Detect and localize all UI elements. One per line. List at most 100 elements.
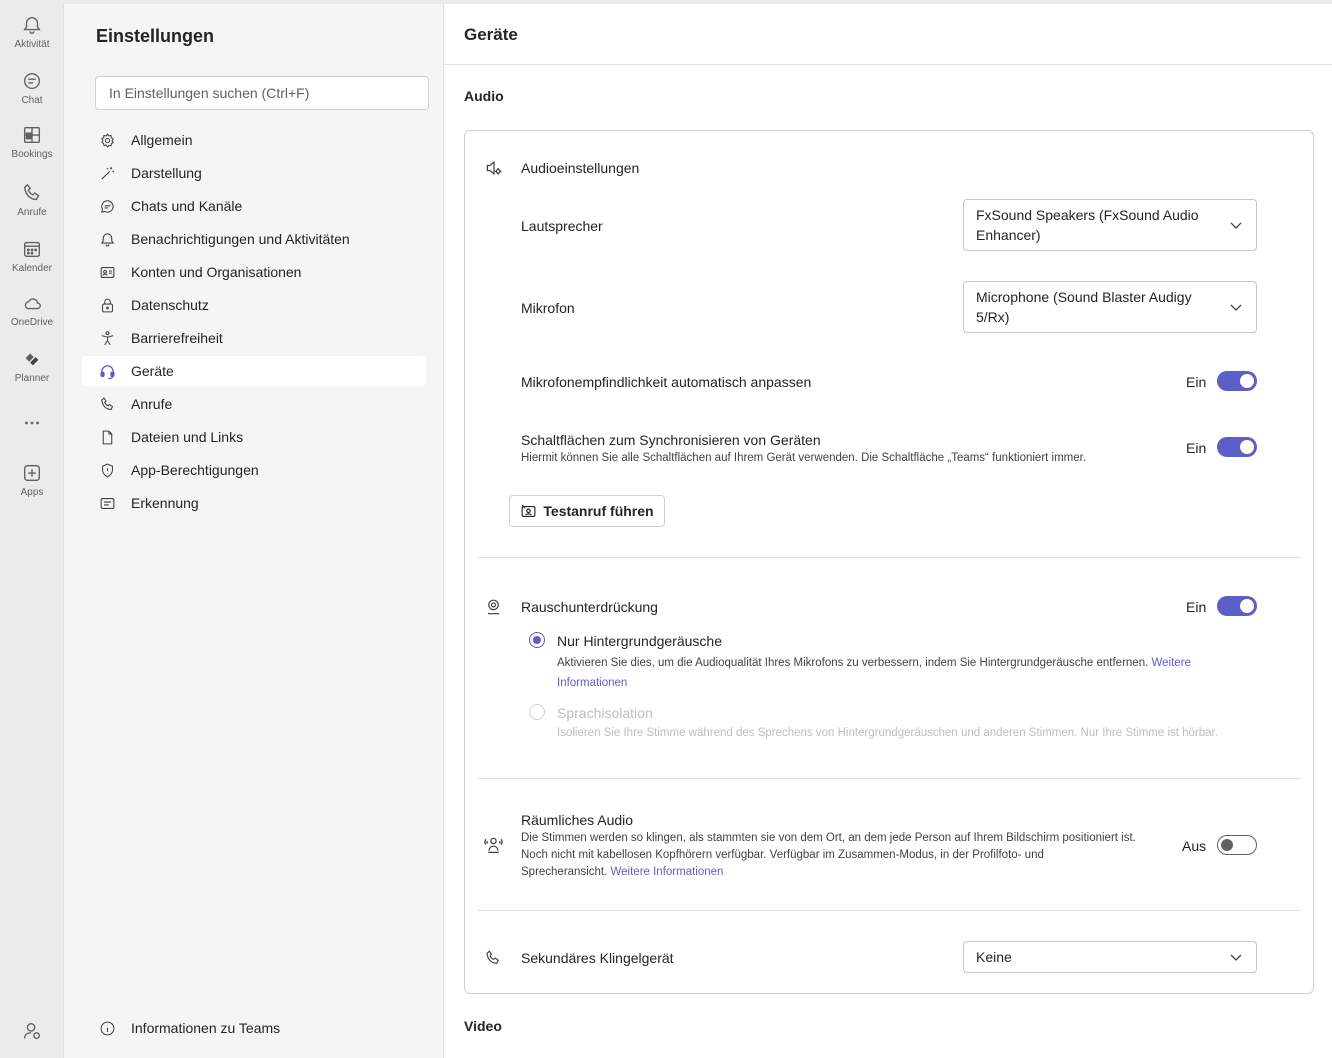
phone-icon — [486, 950, 499, 964]
speaker-settings-icon — [486, 160, 502, 176]
rail-item-onedrive[interactable]: OneDrive — [0, 288, 64, 340]
document-icon — [102, 430, 113, 445]
noise-option-background-label: Nur Hintergrundgeräusche — [557, 633, 722, 649]
nav-item-barrierefreiheit[interactable]: Barrierefreiheit — [82, 323, 426, 353]
rail-label: OneDrive — [10, 317, 54, 328]
planner-icon — [25, 353, 39, 366]
sync-buttons-label: Schaltflächen zum Synchronisieren von Ge… — [521, 432, 821, 448]
rail-item-planner[interactable]: Planner — [0, 344, 64, 396]
more-info-link[interactable]: Informationen — [557, 677, 627, 689]
more-info-link[interactable]: Weitere — [1152, 657, 1191, 669]
rail-label: Aktivität — [14, 39, 50, 50]
more-icon — [25, 421, 39, 425]
spatial-more-info-link[interactable]: Weitere Informationen — [611, 866, 724, 878]
bell-icon — [100, 233, 115, 247]
calendar-icon — [23, 241, 41, 258]
test-call-icon — [521, 504, 536, 517]
secondary-ringer-dropdown[interactable]: Keine — [963, 941, 1257, 973]
nav-item-label: Konten und Organisationen — [131, 264, 302, 280]
spatial-desc-line2: Noch nicht mit kabellosen Kopfhörern ver… — [521, 849, 1044, 861]
nav-item-label: Benachrichtigungen und Aktivitäten — [131, 231, 350, 247]
noise-option-voice-label: Sprachisolation — [557, 705, 653, 721]
main-content: Geräte Audio Audioeinstellungen Lautspre… — [444, 4, 1332, 1058]
rail-item-chat[interactable]: Chat — [0, 66, 64, 118]
search-input[interactable] — [95, 76, 429, 110]
spatial-audio-icon — [484, 837, 503, 854]
spatial-desc-line1: Die Stimmen werden so klingen, als stamm… — [521, 832, 1136, 844]
rail-item-account[interactable] — [0, 1016, 64, 1058]
speaker-label: Lautsprecher — [521, 218, 603, 234]
noise-suppression-icon — [487, 599, 500, 615]
nav-item-label: Dateien und Links — [131, 429, 244, 445]
speaker-dropdown[interactable]: FxSound Speakers (FxSound Audio Enhancer… — [963, 199, 1257, 251]
info-icon — [100, 1021, 115, 1036]
sync-buttons-desc: Hiermit können Sie alle Schaltflächen au… — [521, 452, 1087, 464]
sync-buttons-toggle[interactable] — [1217, 437, 1257, 457]
divider — [477, 910, 1301, 911]
nav-item-chats[interactable]: Chats und Kanäle — [82, 191, 426, 221]
divider — [477, 778, 1301, 779]
spatial-state: Aus — [1182, 838, 1207, 854]
noise-option-voice-radio[interactable] — [529, 704, 545, 720]
nav-item-konten[interactable]: Konten und Organisationen — [82, 257, 426, 287]
secondary-ringer-value: Keine — [976, 949, 1012, 965]
test-call-button[interactable]: Testanruf führen — [509, 495, 665, 527]
chevron-down-icon — [1230, 304, 1242, 311]
nav-item-benachrichtigungen[interactable]: Benachrichtigungen und Aktivitäten — [82, 224, 426, 254]
rail-item-bookings[interactable]: Bookings — [0, 120, 64, 172]
nav-item-geraete[interactable]: Geräte — [82, 356, 426, 386]
spatial-toggle[interactable] — [1217, 835, 1257, 855]
test-call-label: Testanruf führen — [543, 503, 654, 519]
app-rail: Aktivität Chat Bookings Anrufe Kalender … — [0, 4, 64, 1058]
rail-label: Planner — [14, 373, 50, 384]
lock-icon — [102, 298, 113, 313]
nav-item-label: Erkennung — [131, 495, 199, 511]
nav-item-app-berechtigungen[interactable]: App-Berechtigungen — [82, 455, 426, 485]
headset-icon — [100, 365, 115, 380]
nav-item-about[interactable]: Informationen zu Teams — [82, 1013, 426, 1043]
noise-heading: Rauschunterdrückung — [521, 599, 658, 615]
chevron-down-icon — [1230, 954, 1242, 961]
rail-item-calendar[interactable]: Kalender — [0, 234, 64, 286]
bell-icon — [23, 17, 41, 34]
nav-item-label: Geräte — [131, 363, 174, 379]
rail-item-apps[interactable]: Apps — [0, 458, 64, 510]
nav-item-label: Informationen zu Teams — [131, 1020, 281, 1036]
nav-item-darstellung[interactable]: Darstellung — [82, 158, 426, 188]
nav-item-erkennung[interactable]: Erkennung — [82, 488, 426, 518]
noise-state: Ein — [1186, 599, 1207, 615]
sync-buttons-state: Ein — [1186, 440, 1207, 456]
phone-icon — [23, 183, 40, 201]
audio-settings-heading: Audioeinstellungen — [521, 160, 640, 176]
nav-item-dateien[interactable]: Dateien und Links — [82, 422, 426, 452]
spatial-desc-text: Sprecheransicht. — [521, 866, 608, 878]
rail-item-calls[interactable]: Anrufe — [0, 178, 64, 230]
chat-icon — [23, 72, 41, 90]
noise-option-desc-text: Aktivieren Sie dies, um die Audioqualitä… — [557, 657, 1149, 669]
noise-option-background-radio[interactable] — [529, 632, 545, 648]
section-title-video: Video — [464, 1018, 502, 1034]
rail-label: Apps — [20, 487, 44, 498]
secondary-ringer-label: Sekundäres Klingelgerät — [521, 950, 674, 966]
bookings-icon — [23, 126, 41, 144]
auto-sensitivity-toggle[interactable] — [1217, 371, 1257, 391]
speaker-value: FxSound Speakers (FxSound Audio Enhancer… — [976, 207, 1199, 243]
mic-dropdown[interactable]: Microphone (Sound Blaster Audigy 5/Rx) — [963, 281, 1257, 333]
noise-option-background-desc: Aktivieren Sie dies, um die Audioqualitä… — [557, 653, 1247, 693]
nav-item-label: App-Berechtigungen — [131, 462, 259, 478]
nav-item-anrufe[interactable]: Anrufe — [82, 389, 426, 419]
gear-icon — [101, 133, 114, 148]
rail-label: Chat — [21, 95, 43, 106]
nav-item-datenschutz[interactable]: Datenschutz — [82, 290, 426, 320]
nav-item-label: Datenschutz — [131, 297, 209, 313]
nav-item-label: Chats und Kanäle — [131, 198, 243, 214]
rail-label: Kalender — [11, 263, 53, 274]
rail-item-activity[interactable]: Aktivität — [0, 10, 64, 62]
phone-icon — [101, 397, 114, 410]
rail-item-more[interactable] — [0, 408, 64, 460]
section-title-audio: Audio — [464, 88, 504, 104]
wand-icon — [101, 167, 114, 180]
nav-item-label: Barrierefreiheit — [131, 330, 223, 346]
nav-item-allgemein[interactable]: Allgemein — [82, 125, 426, 155]
noise-toggle[interactable] — [1217, 596, 1257, 616]
